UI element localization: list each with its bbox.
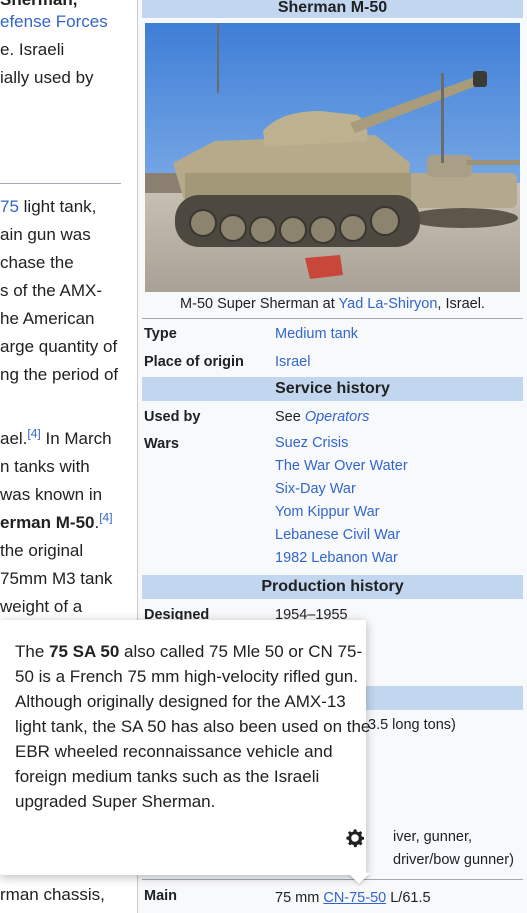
article-line: ael.[4] In March <box>0 426 112 448</box>
wars-list: Suez Crisis The War Over Water Six-Day W… <box>275 432 408 570</box>
article-line: was known in <box>0 485 103 504</box>
preview-extract[interactable]: The 75 SA 50 also called 75 Mle 50 or CN… <box>15 639 375 814</box>
caption-link[interactable]: Yad La-Shiryon <box>339 296 438 312</box>
reference-link[interactable]: [4] <box>99 510 112 524</box>
wars-label: Wars <box>144 436 179 452</box>
origin-value-link[interactable]: Israel <box>275 352 310 372</box>
gear-icon[interactable] <box>343 826 367 850</box>
infobox-divider <box>142 879 523 880</box>
used-by-label: Used by <box>144 409 201 425</box>
link-preview-popup: The 75 SA 50 also called 75 Mle 50 or CN… <box>0 620 370 875</box>
article-line: weight of a <box>0 597 83 616</box>
war-link[interactable]: Six-Day War <box>275 478 408 501</box>
article-line: e. Israeli <box>0 40 65 59</box>
article-link-line[interactable]: efense Forces <box>0 8 108 36</box>
article-line: the original <box>0 541 84 560</box>
type-label: Type <box>144 326 177 342</box>
cn-75-50-link[interactable]: CN-75-50 <box>323 890 386 906</box>
article-line: chase the <box>0 253 74 272</box>
article-line: 75 light tank, <box>0 197 97 216</box>
article-line: 75mm M3 tank <box>0 569 113 588</box>
article-line: erman M-50.[4] <box>0 510 113 532</box>
tank-photo-image <box>145 23 520 292</box>
war-link[interactable]: Yom Kippur War <box>275 501 408 524</box>
tank-photo[interactable] <box>145 23 520 292</box>
image-caption: M-50 Super Sherman at Yad La-Shiryon, Is… <box>180 296 485 312</box>
crew-value: iver, gunner, <box>393 829 472 845</box>
war-link[interactable]: Lebanese Civil War <box>275 524 408 547</box>
infobox-divider <box>142 318 523 319</box>
type-value-link[interactable]: Medium tank <box>275 324 358 344</box>
crew-value-2: driver/bow gunner) <box>393 852 514 868</box>
section-divider <box>0 183 121 184</box>
production-history-header: Production history <box>142 575 523 599</box>
infobox-title: Sherman M-50 <box>142 0 523 18</box>
article-line: ng the period of <box>0 365 119 384</box>
popup-pointer <box>348 873 370 884</box>
main-armament-label: Main <box>144 888 178 904</box>
used-by-value: See Operators <box>275 409 370 425</box>
article-line: s of the AMX- <box>0 281 103 300</box>
service-history-header: Service history <box>142 377 523 401</box>
article-line: n tanks with <box>0 457 90 476</box>
war-link[interactable]: 1982 Lebanon War <box>275 547 408 570</box>
war-link[interactable]: Suez Crisis <box>275 432 408 455</box>
operators-link[interactable]: Operators <box>305 409 369 425</box>
reference-link[interactable]: [4] <box>27 426 40 440</box>
weight-value: 3.5 long tons) <box>368 717 456 733</box>
main-armament-value: 75 mm CN-75-50 L/61.5 <box>275 890 431 906</box>
article-line: ain gun was <box>0 225 91 244</box>
article-link[interactable]: 75 <box>0 197 19 216</box>
article-line: ially used by <box>0 68 94 87</box>
article-line: he American <box>0 309 95 328</box>
article-line: arge quantity of <box>0 337 118 356</box>
war-link[interactable]: The War Over Water <box>275 455 408 478</box>
origin-label: Place of origin <box>144 354 244 370</box>
article-line: rman chassis, <box>0 885 105 904</box>
